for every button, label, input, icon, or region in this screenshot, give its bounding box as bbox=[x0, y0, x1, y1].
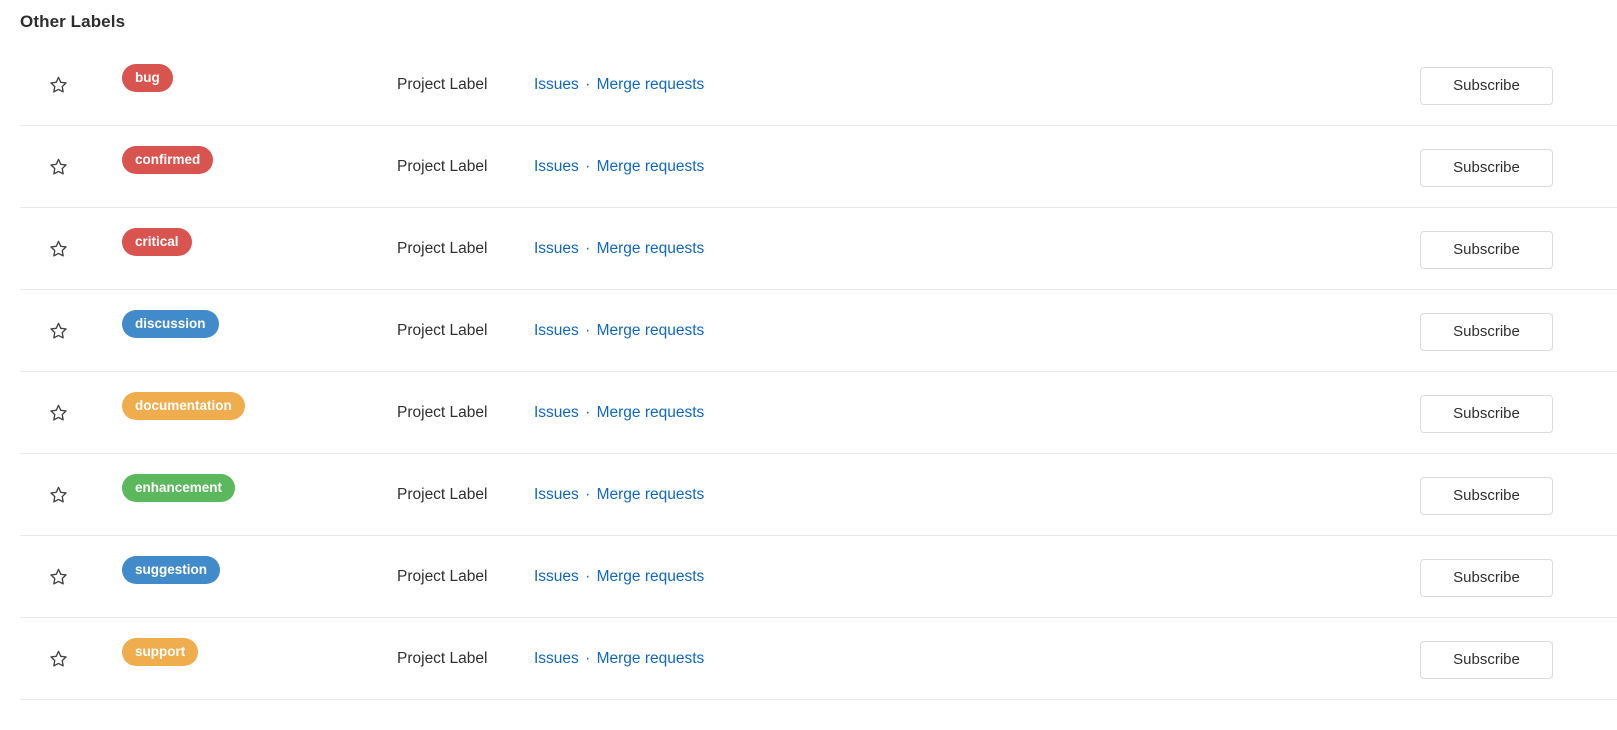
favorite-star-button[interactable] bbox=[44, 399, 72, 427]
label-type-text: Project Label bbox=[397, 321, 488, 339]
label-links: Issues · Merge requests bbox=[534, 648, 704, 670]
star-outline-icon bbox=[49, 567, 68, 586]
subscribe-button[interactable]: Subscribe bbox=[1420, 312, 1553, 351]
merge-requests-link[interactable]: Merge requests bbox=[597, 158, 705, 175]
subscribe-button[interactable]: Subscribe bbox=[1420, 148, 1553, 187]
merge-requests-link[interactable]: Merge requests bbox=[597, 404, 705, 421]
label-links: Issues · Merge requests bbox=[534, 320, 704, 342]
issues-link[interactable]: Issues bbox=[534, 650, 579, 667]
label-links: Issues · Merge requests bbox=[534, 484, 704, 506]
star-outline-icon bbox=[49, 649, 68, 668]
label-badge[interactable]: critical bbox=[122, 227, 192, 256]
label-badge-cell: suggestion bbox=[122, 555, 221, 584]
link-separator: · bbox=[580, 239, 595, 257]
label-links: Issues · Merge requests bbox=[534, 566, 704, 588]
favorite-star-button[interactable] bbox=[44, 153, 72, 181]
label-badge[interactable]: enhancement bbox=[122, 473, 236, 502]
subscribe-button[interactable]: Subscribe bbox=[1420, 640, 1553, 679]
star-outline-icon bbox=[49, 485, 68, 504]
label-badge-cell: bug bbox=[122, 63, 173, 92]
label-badge-cell: enhancement bbox=[122, 473, 236, 502]
label-links: Issues · Merge requests bbox=[534, 74, 704, 96]
table-row: critical Project Label Issues · Merge re… bbox=[20, 208, 1617, 290]
issues-link[interactable]: Issues bbox=[534, 486, 579, 503]
link-separator: · bbox=[580, 403, 595, 421]
favorite-star-button[interactable] bbox=[44, 235, 72, 263]
label-type-text: Project Label bbox=[397, 485, 488, 503]
table-row: documentation Project Label Issues · Mer… bbox=[20, 372, 1617, 454]
star-outline-icon bbox=[49, 321, 68, 340]
label-badge-cell: critical bbox=[122, 227, 192, 256]
link-separator: · bbox=[580, 75, 595, 93]
labels-list: bug Project Label Issues · Merge request… bbox=[0, 44, 1617, 700]
label-badge[interactable]: support bbox=[122, 637, 199, 666]
label-badge-cell: discussion bbox=[122, 309, 219, 338]
subscribe-cell: Subscribe bbox=[1420, 312, 1553, 351]
merge-requests-link[interactable]: Merge requests bbox=[597, 240, 705, 257]
label-badge[interactable]: suggestion bbox=[122, 555, 221, 584]
label-type-text: Project Label bbox=[397, 75, 488, 93]
link-separator: · bbox=[580, 485, 595, 503]
labels-page: Other Labels bug Project Label Issues · … bbox=[0, 0, 1617, 730]
subscribe-cell: Subscribe bbox=[1420, 640, 1553, 679]
label-badge[interactable]: documentation bbox=[122, 391, 245, 420]
issues-link[interactable]: Issues bbox=[534, 158, 579, 175]
star-outline-icon bbox=[49, 157, 68, 176]
favorite-star-button[interactable] bbox=[44, 317, 72, 345]
table-row: bug Project Label Issues · Merge request… bbox=[20, 44, 1617, 126]
subscribe-button[interactable]: Subscribe bbox=[1420, 394, 1553, 433]
issues-link[interactable]: Issues bbox=[534, 404, 579, 421]
link-separator: · bbox=[580, 157, 595, 175]
favorite-star-button[interactable] bbox=[44, 645, 72, 673]
table-row: discussion Project Label Issues · Merge … bbox=[20, 290, 1617, 372]
merge-requests-link[interactable]: Merge requests bbox=[597, 76, 705, 93]
favorite-star-button[interactable] bbox=[44, 71, 72, 99]
merge-requests-link[interactable]: Merge requests bbox=[597, 486, 705, 503]
link-separator: · bbox=[580, 321, 595, 339]
issues-link[interactable]: Issues bbox=[534, 76, 579, 93]
issues-link[interactable]: Issues bbox=[534, 240, 579, 257]
subscribe-cell: Subscribe bbox=[1420, 558, 1553, 597]
label-type-text: Project Label bbox=[397, 403, 488, 421]
label-links: Issues · Merge requests bbox=[534, 156, 704, 178]
subscribe-button[interactable]: Subscribe bbox=[1420, 558, 1553, 597]
table-row: confirmed Project Label Issues · Merge r… bbox=[20, 126, 1617, 208]
label-type-text: Project Label bbox=[397, 567, 488, 585]
merge-requests-link[interactable]: Merge requests bbox=[597, 322, 705, 339]
favorite-star-button[interactable] bbox=[44, 563, 72, 591]
subscribe-button[interactable]: Subscribe bbox=[1420, 66, 1553, 105]
label-badge[interactable]: bug bbox=[122, 63, 173, 92]
label-links: Issues · Merge requests bbox=[534, 402, 704, 424]
star-outline-icon bbox=[49, 403, 68, 422]
subscribe-cell: Subscribe bbox=[1420, 476, 1553, 515]
label-badge[interactable]: discussion bbox=[122, 309, 219, 338]
star-outline-icon bbox=[49, 75, 68, 94]
label-type-text: Project Label bbox=[397, 649, 488, 667]
subscribe-cell: Subscribe bbox=[1420, 230, 1553, 269]
star-outline-icon bbox=[49, 239, 68, 258]
issues-link[interactable]: Issues bbox=[534, 322, 579, 339]
issues-link[interactable]: Issues bbox=[534, 568, 579, 585]
table-row: enhancement Project Label Issues · Merge… bbox=[20, 454, 1617, 536]
page-title: Other Labels bbox=[20, 12, 126, 31]
table-row: support Project Label Issues · Merge req… bbox=[20, 618, 1617, 700]
subscribe-button[interactable]: Subscribe bbox=[1420, 230, 1553, 269]
label-badge[interactable]: confirmed bbox=[122, 145, 214, 174]
subscribe-cell: Subscribe bbox=[1420, 66, 1553, 105]
label-badge-cell: documentation bbox=[122, 391, 245, 420]
label-badge-cell: support bbox=[122, 637, 199, 666]
table-row: suggestion Project Label Issues · Merge … bbox=[20, 536, 1617, 618]
label-badge-cell: confirmed bbox=[122, 145, 214, 174]
merge-requests-link[interactable]: Merge requests bbox=[597, 568, 705, 585]
label-links: Issues · Merge requests bbox=[534, 238, 704, 260]
favorite-star-button[interactable] bbox=[44, 481, 72, 509]
subscribe-cell: Subscribe bbox=[1420, 394, 1553, 433]
subscribe-cell: Subscribe bbox=[1420, 148, 1553, 187]
merge-requests-link[interactable]: Merge requests bbox=[597, 650, 705, 667]
link-separator: · bbox=[580, 567, 595, 585]
subscribe-button[interactable]: Subscribe bbox=[1420, 476, 1553, 515]
link-separator: · bbox=[580, 649, 595, 667]
label-type-text: Project Label bbox=[397, 239, 488, 257]
label-type-text: Project Label bbox=[397, 157, 488, 175]
